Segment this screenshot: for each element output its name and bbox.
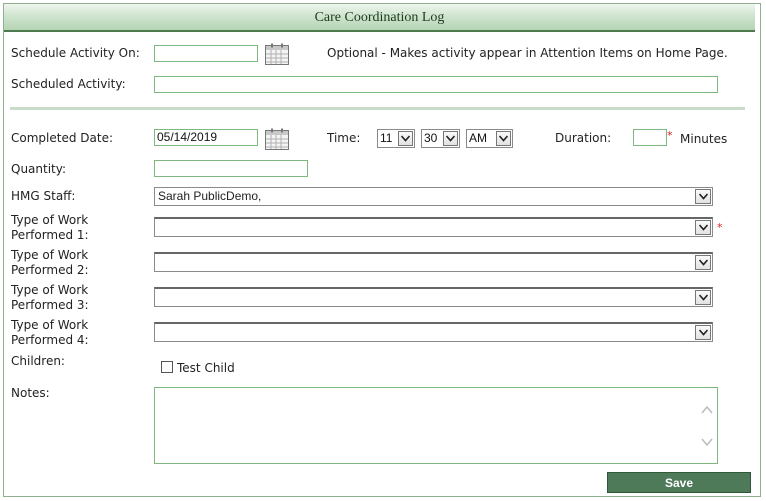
hour-select[interactable]: 11 xyxy=(377,129,415,148)
section-divider xyxy=(10,107,745,110)
redacted-area xyxy=(273,191,423,203)
minute-value: 30 xyxy=(424,131,438,145)
work-type-4-select[interactable] xyxy=(154,322,713,342)
chevron-down-icon xyxy=(695,325,711,340)
work-type-1-select[interactable] xyxy=(154,217,713,237)
chevron-down-icon xyxy=(695,189,711,204)
child-checkbox[interactable] xyxy=(161,361,173,373)
schedule-activity-label: Schedule Activity On: xyxy=(11,46,140,60)
notes-label: Notes: xyxy=(11,386,50,400)
chevron-down-icon xyxy=(443,131,458,146)
children-label: Children: xyxy=(11,354,65,368)
chevron-down-icon xyxy=(695,220,711,235)
duration-input[interactable] xyxy=(633,129,667,146)
work-type-3-select[interactable] xyxy=(154,287,713,307)
schedule-optional-note: Optional - Makes activity appear in Atte… xyxy=(327,46,728,60)
time-label: Time: xyxy=(327,131,361,145)
completed-date-input[interactable]: 05/14/2019 xyxy=(154,129,258,146)
required-indicator: * xyxy=(717,221,723,234)
quantity-input[interactable] xyxy=(154,160,308,177)
hmg-staff-select[interactable]: Sarah PublicDemo, xyxy=(154,187,713,206)
scroll-up-icon[interactable] xyxy=(701,404,713,414)
schedule-date-input[interactable] xyxy=(154,45,258,62)
scheduled-activity-input[interactable] xyxy=(154,76,718,93)
work-type-4-label: Type of Work Performed 4: xyxy=(11,318,89,347)
scheduled-activity-label: Scheduled Activity: xyxy=(11,77,126,91)
ampm-value: AM xyxy=(469,131,487,145)
work-type-1-label: Type of Work Performed 1: xyxy=(11,213,89,242)
work-type-2-select[interactable] xyxy=(154,252,713,272)
chevron-down-icon xyxy=(695,290,711,305)
minutes-label: Minutes xyxy=(680,132,728,146)
chevron-down-icon xyxy=(695,255,711,270)
required-indicator: * xyxy=(667,129,673,142)
work-type-2-label: Type of Work Performed 2: xyxy=(11,248,89,277)
work-type-3-label: Type of Work Performed 3: xyxy=(11,283,89,312)
ampm-select[interactable]: AM xyxy=(466,129,513,148)
duration-label: Duration: xyxy=(555,131,612,145)
chevron-down-icon xyxy=(496,131,511,146)
save-button[interactable]: Save xyxy=(607,472,751,493)
hmg-staff-label: HMG Staff: xyxy=(11,189,76,203)
calendar-icon[interactable] xyxy=(265,128,289,150)
hour-value: 11 xyxy=(380,131,393,145)
hmg-staff-value: Sarah PublicDemo, xyxy=(158,189,262,203)
minute-select[interactable]: 30 xyxy=(421,129,460,148)
calendar-icon[interactable] xyxy=(265,43,289,65)
child-name-label[interactable]: Test Child xyxy=(177,361,235,375)
notes-textarea[interactable] xyxy=(154,387,718,464)
chevron-down-icon xyxy=(398,131,413,146)
page-title: Care Coordination Log xyxy=(4,4,755,32)
completed-date-label: Completed Date: xyxy=(11,131,113,145)
scroll-down-icon[interactable] xyxy=(701,436,713,447)
quantity-label: Quantity: xyxy=(11,162,67,176)
